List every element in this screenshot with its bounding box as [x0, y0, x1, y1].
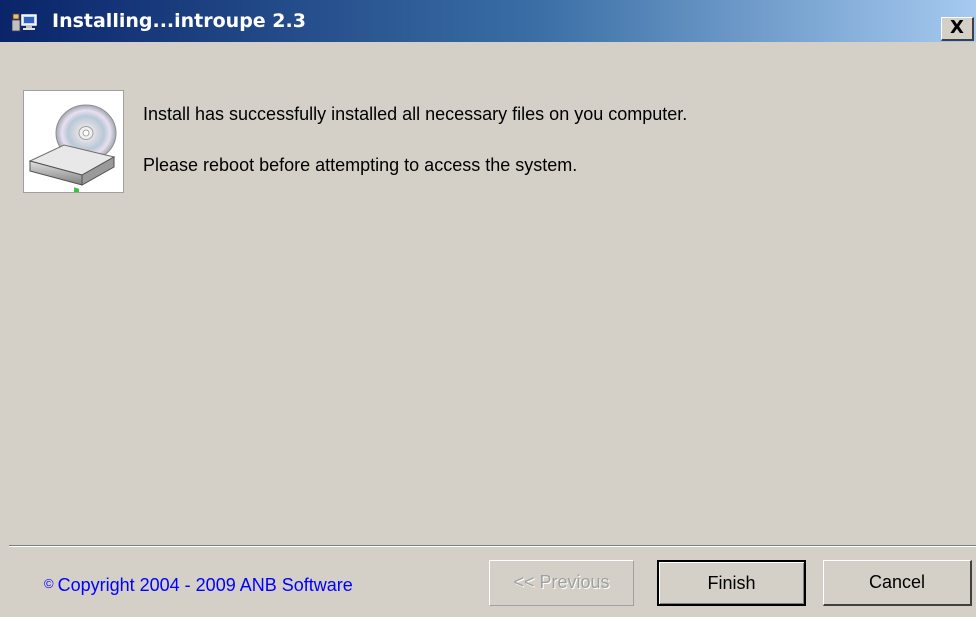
reboot-message: Please reboot before attempting to acces… [143, 155, 578, 175]
installer-window: Installing...introupe 2.3 X Install has … [0, 0, 976, 617]
success-message: Install has successfully installed all n… [143, 104, 688, 124]
copyright-link[interactable]: © Copyright 2004 - 2009 ANB Software [44, 573, 353, 596]
app-icon [11, 12, 48, 32]
close-icon: X [950, 17, 964, 38]
cd-drive-icon [28, 104, 117, 192]
previous-button[interactable]: << Previous [489, 560, 634, 606]
cancel-button[interactable]: Cancel [823, 560, 972, 606]
footer-divider [9, 545, 976, 547]
copyright-text: Copyright 2004 - 2009 ANB Software [57, 575, 353, 595]
install-icon-frame [23, 90, 124, 193]
finish-button[interactable]: Finish [657, 560, 806, 606]
close-button[interactable]: X [941, 17, 974, 41]
window-title: Installing...introupe 2.3 [52, 10, 306, 32]
copyright-icon: © [44, 576, 54, 591]
title-bar[interactable]: Installing...introupe 2.3 X [0, 0, 976, 42]
